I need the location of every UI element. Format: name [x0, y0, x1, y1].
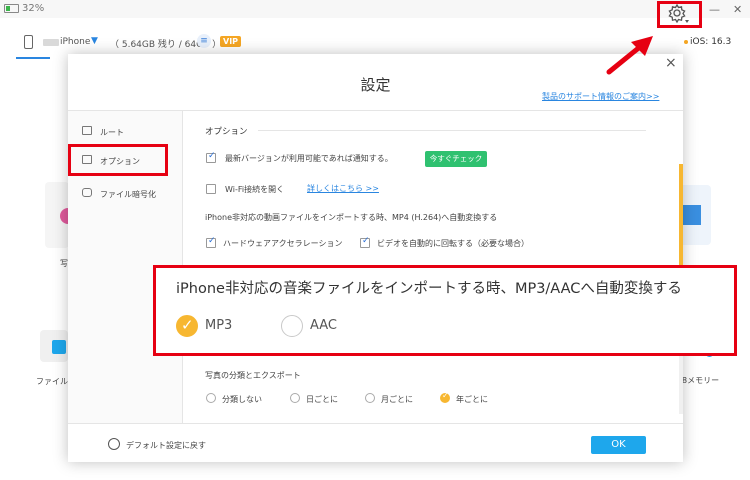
- device-name-redacted: [43, 39, 59, 46]
- mp3-radio[interactable]: [176, 315, 198, 337]
- aac-label: AAC: [310, 318, 337, 333]
- minimize-button[interactable]: —: [709, 3, 720, 16]
- auto-rotate-label: ビデオを自動的に回転する（必要な場合）: [377, 239, 529, 248]
- title-bar: 32% — ✕: [0, 0, 750, 18]
- dialog-close-button[interactable]: ×: [665, 55, 677, 71]
- hardware-accel-label: ハードウェアアクセラレーション: [223, 239, 343, 248]
- options-highlight-box: [68, 144, 168, 176]
- video-convert-heading: iPhone非対応の動画ファイルをインポートする時、MP4 (H.264)へ自動…: [205, 213, 498, 222]
- ios-version: iOS: 16.3: [690, 37, 732, 47]
- battery-icon: [4, 4, 19, 13]
- section-heading-option: オプション: [205, 127, 248, 137]
- photo-by-month-radio[interactable]: [365, 393, 375, 403]
- bg-memory-label: 8メモリー: [682, 376, 720, 385]
- hardware-accel-checkbox[interactable]: [206, 236, 216, 248]
- mp3-label: MP3: [205, 318, 233, 333]
- sidebar-item-label: ファイル暗号化: [100, 190, 156, 199]
- section-divider: [258, 130, 646, 131]
- photo-export-heading: 写真の分類とエクスポート: [205, 371, 301, 380]
- wifi-connect-label: Wi-Fi接続を開く: [225, 185, 285, 194]
- reset-defaults-button[interactable]: デフォルト設定に戻す: [126, 440, 206, 451]
- folder-icon: [82, 126, 92, 135]
- check-now-button[interactable]: 今すぐチェック: [425, 151, 487, 167]
- phone-icon: [24, 35, 33, 49]
- details-link[interactable]: 詳しくはこちら >>: [307, 183, 379, 194]
- battery-fill: [6, 6, 10, 11]
- settings-dialog: 設定 × 製品のサポート情報のご案内>> ルート オプション ファイル暗号化 オ…: [68, 54, 683, 462]
- notify-update-label: 最新バージョンが利用可能であれば通知する。: [225, 154, 393, 163]
- aac-radio[interactable]: [281, 315, 303, 337]
- reset-icon[interactable]: [108, 438, 120, 450]
- vip-badge[interactable]: VIP: [220, 36, 242, 47]
- device-tab-underline: [16, 57, 50, 59]
- lock-icon: [82, 188, 92, 197]
- device-name[interactable]: iPhone: [60, 37, 90, 47]
- photo-option-label: 日ごとに: [306, 395, 338, 404]
- bg-photo-label: 写: [60, 259, 68, 268]
- sidebar-item-route[interactable]: ルート: [68, 119, 182, 143]
- photo-by-year-radio[interactable]: [440, 391, 450, 403]
- photo-option-label: 年ごとに: [456, 395, 488, 404]
- sidebar-item-label: ルート: [100, 128, 124, 137]
- photo-option-label: 月ごとに: [381, 395, 413, 404]
- photo-option-label: 分類しない: [222, 395, 262, 404]
- hamburger-icon[interactable]: ≡: [197, 34, 211, 48]
- notify-update-checkbox[interactable]: [206, 151, 216, 163]
- bg-lock-icon: [52, 340, 66, 354]
- window-close-button[interactable]: ✕: [733, 3, 742, 16]
- battery-percent: 32%: [22, 3, 45, 14]
- wifi-connect-checkbox[interactable]: [206, 184, 216, 194]
- ios-status-dot: [684, 40, 688, 44]
- sidebar-item-encryption[interactable]: ファイル暗号化: [68, 180, 182, 204]
- support-link[interactable]: 製品のサポート情報のご案内>>: [542, 91, 659, 102]
- music-convert-heading: iPhone非対応の音楽ファイルをインポートする時、MP3/AACへ自動変換する: [176, 281, 682, 297]
- photo-no-sort-radio[interactable]: [206, 393, 216, 403]
- ok-button[interactable]: OK: [591, 436, 646, 454]
- auto-rotate-checkbox[interactable]: [360, 236, 370, 248]
- photo-by-day-radio[interactable]: [290, 393, 300, 403]
- dialog-footer-divider: [68, 423, 683, 424]
- red-arrow-icon: [606, 36, 653, 75]
- gear-highlight-box: [657, 1, 702, 28]
- device-dropdown-icon[interactable]: ▼: [91, 36, 98, 46]
- bg-folder-icon: [683, 205, 701, 225]
